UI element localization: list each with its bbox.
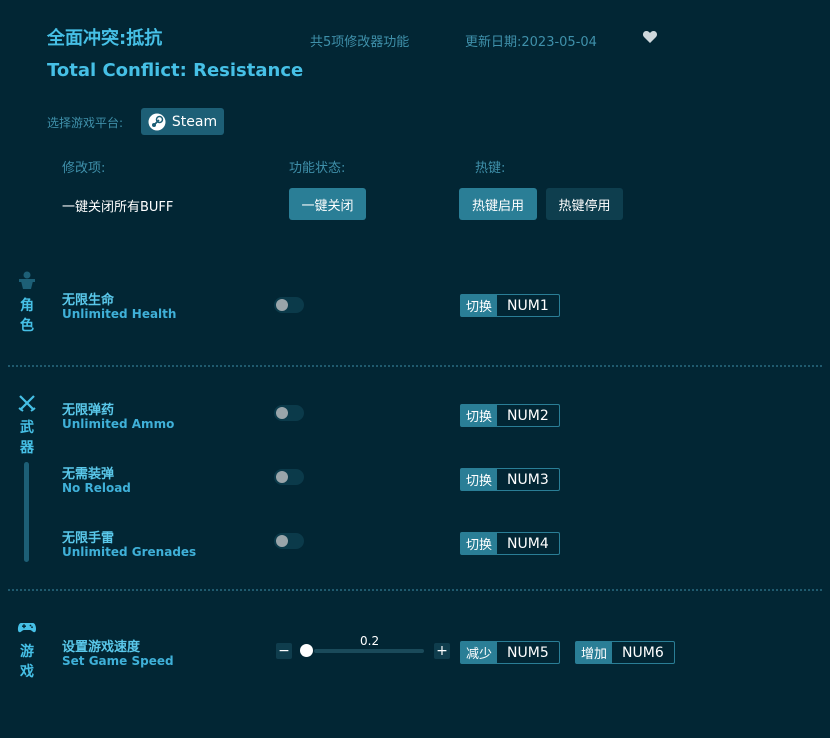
speed-label-en: Set Game Speed [62,654,174,668]
platform-label: 选择游戏平台: [47,116,124,130]
category-character: 角色 [14,296,40,336]
item-label-cn: 无限生命 [62,293,115,308]
speed-slider-track[interactable] [314,649,424,653]
hotkey-num1[interactable]: 切换 NUM1 [460,294,560,317]
toggle-knob [276,471,288,483]
hotkey-key: NUM3 [507,471,549,488]
hotkey-key: NUM1 [507,297,549,314]
hotkey-action: 切换 [461,533,498,554]
item-label-en: Unlimited Health [62,307,177,321]
section-divider [8,589,822,591]
column-status: 功能状态: [289,161,346,176]
hotkey-disable-button[interactable]: 热键停用 [546,188,623,220]
gamepad-icon [17,623,37,633]
hotkey-num3[interactable]: 切换 NUM3 [460,468,560,491]
speed-value: 0.2 [360,634,380,648]
hotkey-num4[interactable]: 切换 NUM4 [460,532,560,555]
speed-slider-handle[interactable] [300,644,313,657]
character-icon [19,271,35,289]
feature-count: 共5项修改器功能 [310,35,410,50]
update-date: 更新日期:2023-05-04 [465,35,597,50]
game-title-cn: 全面冲突:抵抗 [47,28,163,49]
unlimited-health-toggle[interactable] [274,297,304,313]
close-all-button[interactable]: 一键关闭 [289,188,366,220]
item-label-en: Unlimited Ammo [62,417,175,431]
column-item: 修改项: [62,161,106,176]
hotkey-action: 切换 [461,405,498,426]
toggle-knob [276,535,288,547]
hotkey-key: NUM6 [622,644,664,661]
hotkey-num2[interactable]: 切换 NUM2 [460,404,560,427]
hotkey-action: 减少 [461,642,498,663]
category-weapon: 武器 [14,418,40,458]
unlimited-ammo-toggle[interactable] [274,405,304,421]
category-weapon-label: 武器 [20,420,34,456]
toggle-knob [276,299,288,311]
hotkey-num6[interactable]: 增加 NUM6 [575,641,675,664]
category-character-label: 角色 [20,298,34,334]
no-reload-toggle[interactable] [274,469,304,485]
hotkey-action: 增加 [576,642,613,663]
item-label-en: No Reload [62,481,131,495]
item-label-cn: 无限弹药 [62,403,115,418]
steam-icon [148,113,166,130]
hotkey-key: NUM4 [507,535,549,552]
unlimited-grenades-toggle[interactable] [274,533,304,549]
crossed-swords-icon [18,395,36,412]
item-label-en: Unlimited Grenades [62,545,197,559]
hotkey-enable-button[interactable]: 热键启用 [459,188,537,220]
steam-label: Steam [171,113,218,130]
toggle-knob [276,407,288,419]
item-label-cn: 无限手雷 [62,531,115,546]
game-title-en: Total Conflict: Resistance [47,60,304,81]
steam-platform-button[interactable]: Steam [141,108,224,135]
hotkey-action: 切换 [461,295,498,316]
hotkey-num5[interactable]: 减少 NUM5 [460,641,560,664]
category-scroll-indicator [24,462,29,562]
category-game-label: 游戏 [20,644,34,680]
category-game: 游戏 [14,642,40,682]
speed-label-cn: 设置游戏速度 [62,640,141,655]
hotkey-key: NUM5 [507,644,549,661]
column-hotkey: 热键: [475,161,506,176]
close-all-buff-label: 一键关闭所有BUFF [62,200,174,215]
item-label-cn: 无需装弹 [62,467,115,482]
speed-plus-button[interactable]: + [434,643,450,659]
speed-minus-button[interactable]: − [276,643,292,659]
heart-icon[interactable] [642,29,658,45]
hotkey-action: 切换 [461,469,498,490]
section-divider [8,365,822,367]
hotkey-key: NUM2 [507,407,549,424]
